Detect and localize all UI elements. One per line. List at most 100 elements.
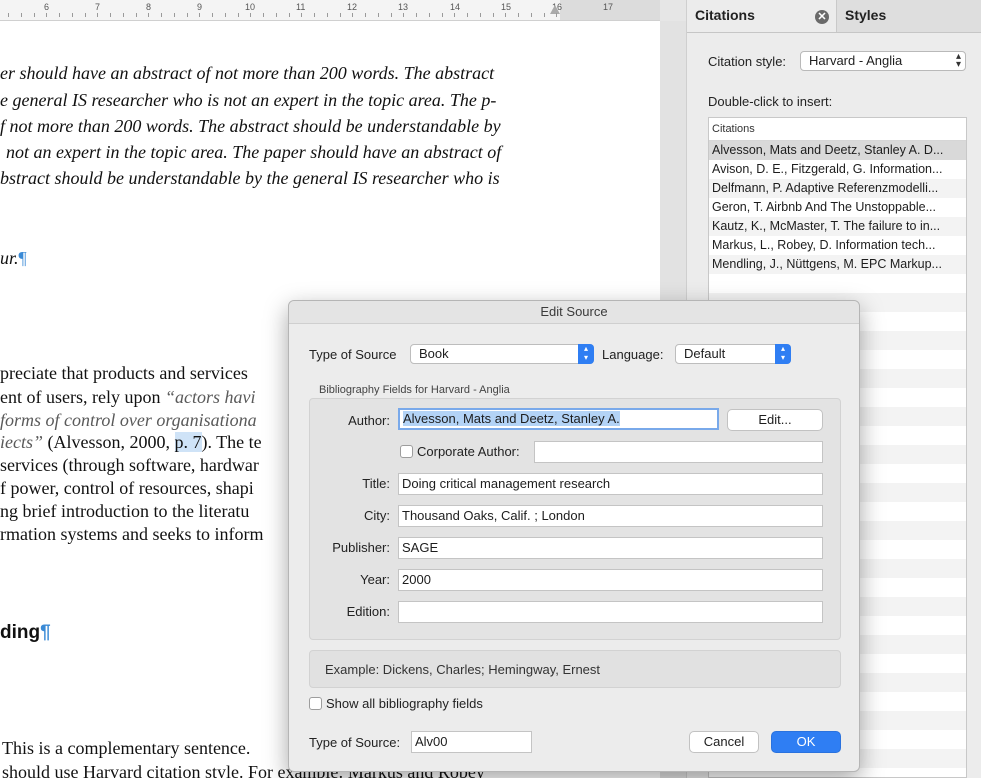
citation-field[interactable]: p. 7 xyxy=(174,432,202,452)
citation-item[interactable]: Kautz, K., McMaster, T. The failure to i… xyxy=(709,217,966,236)
ruler-tick xyxy=(505,13,506,17)
ruler-tick xyxy=(238,13,239,17)
dialog-title: Edit Source xyxy=(289,301,859,324)
citation-style-select[interactable]: Harvard - Anglia ▴ ▾ xyxy=(800,51,966,71)
ruler-number: 8 xyxy=(146,2,152,12)
ruler-tick xyxy=(46,13,47,17)
ruler-tick xyxy=(391,13,392,17)
chevron-updown-icon: ▴ ▾ xyxy=(578,344,594,364)
cancel-button[interactable]: Cancel xyxy=(689,731,759,753)
ruler-tick xyxy=(212,13,213,17)
city-label: City: xyxy=(364,508,390,523)
citation-item[interactable]: Mendling, J., Nüttgens, M. EPC Markup... xyxy=(709,255,966,274)
heading-text: ding xyxy=(0,622,41,643)
quote-text: iects” xyxy=(0,432,43,452)
close-icon[interactable]: ✕ xyxy=(815,10,829,24)
language-value: Default xyxy=(684,346,726,361)
type-of-source-select[interactable]: Book ▴ ▾ xyxy=(410,344,594,364)
citation-style-value: Harvard - Anglia xyxy=(809,53,903,68)
ruler-tick xyxy=(289,13,290,17)
show-all-fields-label: Show all bibliography fields xyxy=(326,696,483,711)
list-header: Citations xyxy=(709,118,966,141)
ruler-number: 9 xyxy=(197,2,203,12)
ruler-tick xyxy=(161,13,162,17)
tag-field[interactable]: Alv00 xyxy=(411,731,532,753)
ruler-tick xyxy=(442,13,443,17)
ruler-tick xyxy=(378,13,379,17)
ruler-tick xyxy=(174,13,175,17)
citation-line: iects” (Alvesson, 2000, p. 7). The te xyxy=(0,432,262,453)
citation-item[interactable]: Avison, D. E., Fitzgerald, G. Informatio… xyxy=(709,160,966,179)
line-text: (Alvesson, 2000, xyxy=(43,432,175,452)
chevron-updown-icon: ▴ ▾ xyxy=(775,344,791,364)
ruler-tick xyxy=(518,13,519,17)
paragraph-end-line: ur.¶ xyxy=(0,248,27,269)
title-field[interactable]: Doing critical management research xyxy=(398,473,823,495)
ruler-tick xyxy=(187,13,188,17)
body-line: rmation systems and seeks to inform xyxy=(0,524,264,544)
citation-item[interactable]: Markus, L., Robey, D. Information tech..… xyxy=(709,236,966,255)
ruler-number: 15 xyxy=(501,2,512,12)
ruler-tick xyxy=(110,13,111,17)
ruler-tick xyxy=(544,13,545,17)
year-field[interactable]: 2000 xyxy=(398,569,823,591)
ruler-number: 11 xyxy=(296,2,306,12)
edition-label: Edition: xyxy=(346,604,390,619)
citation-item[interactable]: Alvesson, Mats and Deetz, Stanley A. D..… xyxy=(709,141,966,160)
show-all-fields-checkbox[interactable] xyxy=(309,697,322,710)
ruler-tick xyxy=(225,13,226,17)
body-line: f power, control of resources, shapi xyxy=(0,478,254,498)
tab-styles[interactable]: Styles xyxy=(845,0,886,32)
city-field[interactable]: Thousand Oaks, Calif. ; London xyxy=(398,505,823,527)
ruler-tick xyxy=(531,13,532,17)
corporate-author-checkbox[interactable] xyxy=(400,445,413,458)
body-line: ent of users, rely upon “actors havi xyxy=(0,387,255,408)
ruler-tick xyxy=(454,13,455,17)
corporate-author-field[interactable] xyxy=(534,441,823,463)
publisher-label: Publisher: xyxy=(332,540,390,555)
language-label: Language: xyxy=(602,347,664,362)
type-of-source-label: Type of Source xyxy=(309,347,397,362)
ruler-tick xyxy=(493,13,494,17)
chevron-updown-icon: ▴ ▾ xyxy=(955,51,961,70)
year-label: Year: xyxy=(360,572,390,587)
citation-style-label: Citation style: xyxy=(708,54,787,69)
line-text: ). The te xyxy=(201,432,262,452)
author-value: Alvesson, Mats and Deetz, Stanley A. xyxy=(403,411,620,426)
empty-row xyxy=(709,274,966,293)
edition-field[interactable] xyxy=(398,601,823,623)
tab-citations[interactable]: Citations ✕ xyxy=(687,0,837,32)
body-line: preciate that products and services xyxy=(0,363,248,383)
tab-label: Citations xyxy=(695,7,755,23)
horizontal-ruler[interactable]: 6 7 8 9 10 11 12 13 14 15 16 17 xyxy=(0,0,660,21)
body-line: services (through software, hardwar xyxy=(0,455,259,475)
line-text: ent of users, rely upon xyxy=(0,387,165,407)
abstract-line: bstract should be understandable by the … xyxy=(0,168,500,188)
publisher-field[interactable]: SAGE xyxy=(398,537,823,559)
abstract-line: er should have an abstract of not more t… xyxy=(0,63,495,83)
citation-item[interactable]: Delfmann, P. Adaptive Referenzmodelli... xyxy=(709,179,966,198)
ok-button[interactable]: OK xyxy=(771,731,841,753)
ruler-tick xyxy=(416,13,417,17)
quote-text: forms of control over organisationa xyxy=(0,410,257,430)
ruler-tick xyxy=(429,13,430,17)
ruler-tick xyxy=(148,13,149,17)
ruler-number: 7 xyxy=(95,2,101,12)
ruler-tick xyxy=(467,13,468,17)
right-indent-marker[interactable] xyxy=(550,5,560,14)
edit-source-dialog: Edit Source Type of Source Book ▴ ▾ Langu… xyxy=(288,300,860,772)
ruler-number: 17 xyxy=(603,2,614,12)
language-select[interactable]: Default ▴ ▾ xyxy=(675,344,791,364)
edit-author-button[interactable]: Edit... xyxy=(727,409,823,431)
panel-tab-bar: Citations ✕ Styles xyxy=(687,0,981,33)
line-text: ur. xyxy=(0,248,19,268)
ruler-tick xyxy=(314,13,315,17)
example-box: Example: Dickens, Charles; Hemingway, Er… xyxy=(309,650,841,688)
ruler-number: 14 xyxy=(450,2,461,12)
ruler-number: 10 xyxy=(245,2,256,12)
ruler-number: 13 xyxy=(398,2,409,12)
ruler-tick xyxy=(21,13,22,17)
author-field[interactable]: Alvesson, Mats and Deetz, Stanley A. xyxy=(398,408,719,430)
citation-item[interactable]: Geron, T. Airbnb And The Unstoppable... xyxy=(709,198,966,217)
fields-heading: Bibliography Fields for Harvard - Anglia xyxy=(319,384,510,396)
